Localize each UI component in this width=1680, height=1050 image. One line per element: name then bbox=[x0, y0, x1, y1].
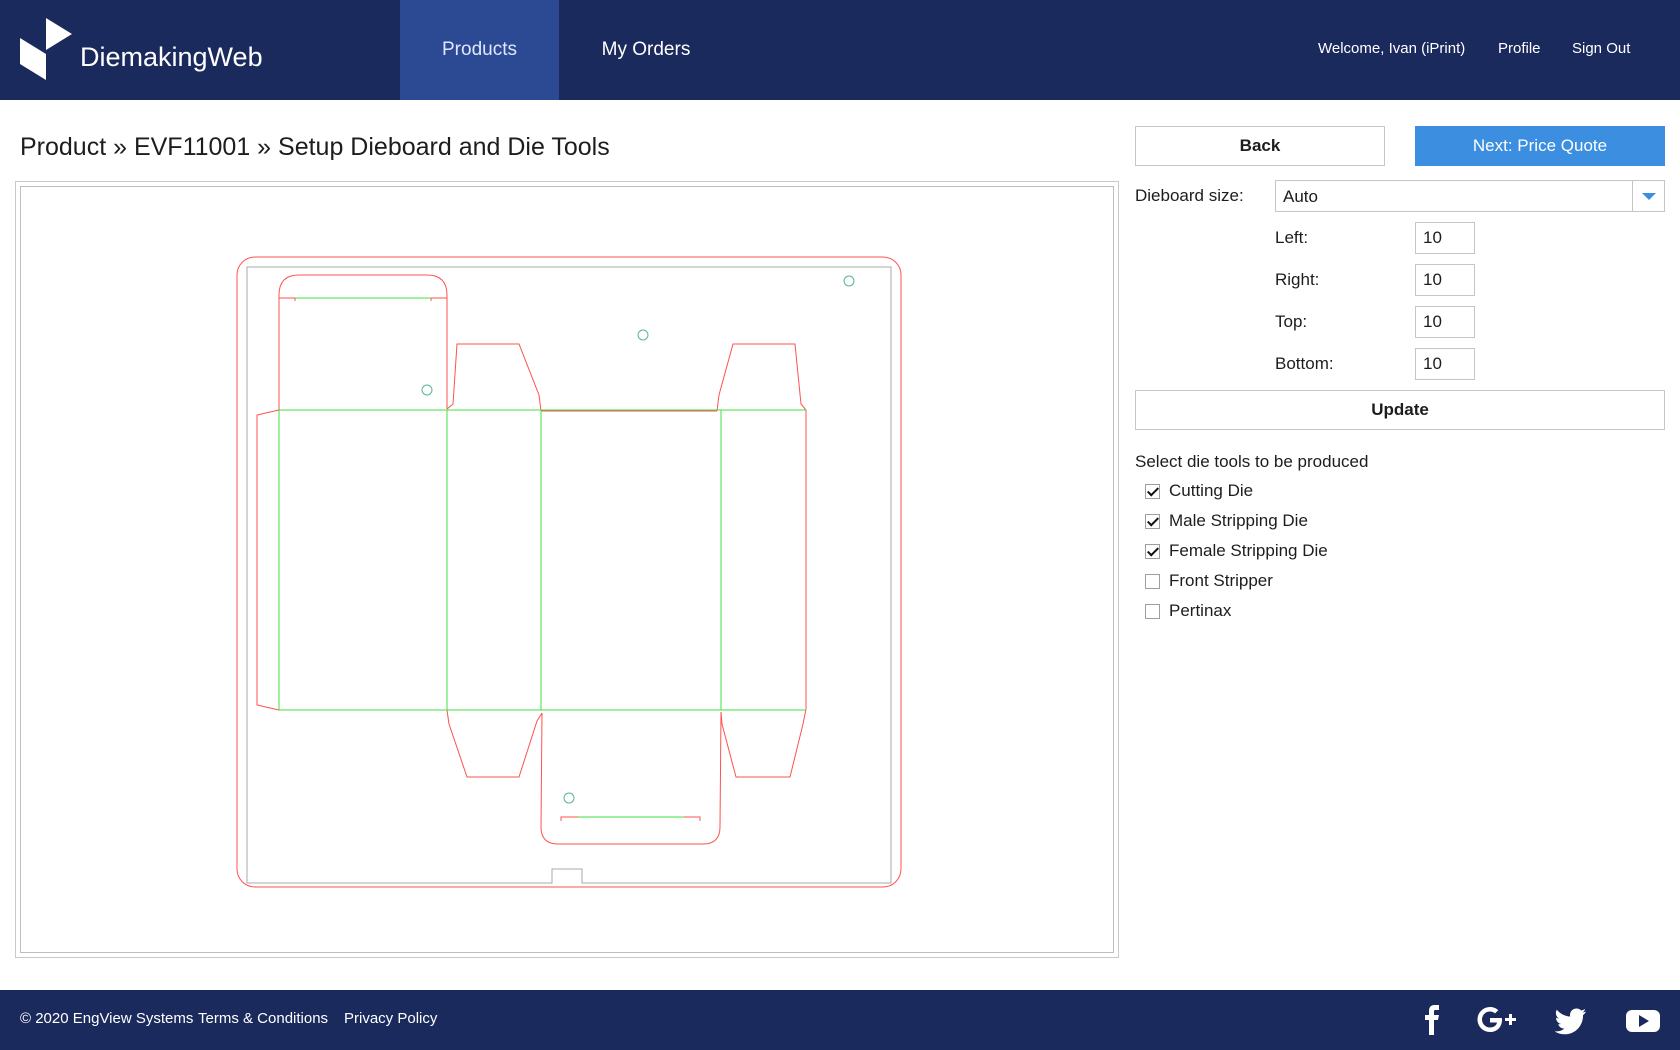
margin-left-input[interactable] bbox=[1415, 222, 1475, 254]
margin-left-label: Left: bbox=[1275, 228, 1309, 247]
copyright-text: © 2020 EngView Systems bbox=[20, 1010, 194, 1027]
checkbox-label: Pertinax bbox=[1169, 601, 1232, 620]
margin-top-input[interactable] bbox=[1415, 306, 1475, 338]
twitter-icon[interactable] bbox=[1555, 1002, 1587, 1038]
checkbox-label: Cutting Die bbox=[1169, 481, 1254, 500]
brand-name[interactable]: DiemakingWeb bbox=[80, 42, 263, 73]
margin-top-label: Top: bbox=[1275, 312, 1308, 331]
profile-link[interactable]: Profile bbox=[1498, 40, 1541, 57]
next-price-quote-button[interactable]: Next: Price Quote bbox=[1415, 126, 1665, 166]
margin-right-input[interactable] bbox=[1415, 264, 1475, 296]
checkbox-label: Female Stripping Die bbox=[1169, 541, 1328, 560]
nav-tab-my-orders[interactable]: My Orders bbox=[572, 0, 720, 100]
diemaking-logo-icon[interactable] bbox=[20, 18, 72, 80]
chevron-down-icon bbox=[1642, 193, 1656, 200]
checkbox-checked[interactable] bbox=[1145, 484, 1160, 499]
top-navbar: DiemakingWeb Products My Orders Welcome,… bbox=[0, 0, 1680, 100]
cut-lines bbox=[256, 274, 807, 845]
dieboard-canvas[interactable] bbox=[20, 186, 1114, 953]
sign-out-link[interactable]: Sign Out bbox=[1572, 40, 1630, 57]
checkbox-checked[interactable] bbox=[1145, 514, 1160, 529]
margin-bottom-label: Bottom: bbox=[1275, 354, 1334, 373]
dropdown-toggle[interactable] bbox=[1632, 181, 1664, 211]
footer: © 2020 EngView Systems Terms & Condition… bbox=[0, 990, 1680, 1050]
checkbox-label: Front Stripper bbox=[1169, 571, 1273, 590]
dieboard-size-select[interactable]: Auto bbox=[1275, 180, 1665, 212]
checkbox-checked[interactable] bbox=[1145, 544, 1160, 559]
dieboard-size-label: Dieboard size: bbox=[1135, 186, 1244, 205]
checkbox-unchecked[interactable] bbox=[1145, 604, 1160, 619]
dieboard-inner-line bbox=[246, 266, 892, 884]
nav-tab-my-orders-label: My Orders bbox=[601, 39, 691, 60]
back-button[interactable]: Back bbox=[1135, 126, 1385, 166]
google-plus-icon[interactable] bbox=[1476, 1002, 1520, 1038]
dieboard-drawing bbox=[236, 256, 902, 888]
update-button[interactable]: Update bbox=[1135, 390, 1665, 430]
page-title: Product » EVF11001 » Setup Dieboard and … bbox=[20, 133, 610, 161]
nav-tab-products-label: Products bbox=[442, 39, 517, 60]
registration-holes bbox=[421, 275, 855, 804]
crease-lines bbox=[278, 297, 806, 818]
nav-tab-products[interactable]: Products bbox=[400, 0, 559, 100]
margin-right-label: Right: bbox=[1275, 270, 1320, 289]
youtube-icon[interactable] bbox=[1625, 1002, 1661, 1038]
privacy-link[interactable]: Privacy Policy bbox=[344, 1010, 437, 1027]
facebook-icon[interactable] bbox=[1420, 1002, 1444, 1038]
margin-bottom-input[interactable] bbox=[1415, 348, 1475, 380]
terms-link[interactable]: Terms & Conditions bbox=[198, 1010, 328, 1027]
welcome-text: Welcome, Ivan (iPrint) bbox=[1318, 40, 1466, 57]
die-tools-section-label: Select die tools to be produced bbox=[1135, 452, 1369, 471]
checkbox-label: Male Stripping Die bbox=[1169, 511, 1308, 530]
dieboard-preview-panel bbox=[15, 181, 1119, 958]
dieboard-size-value: Auto bbox=[1283, 187, 1318, 206]
checkbox-unchecked[interactable] bbox=[1145, 574, 1160, 589]
